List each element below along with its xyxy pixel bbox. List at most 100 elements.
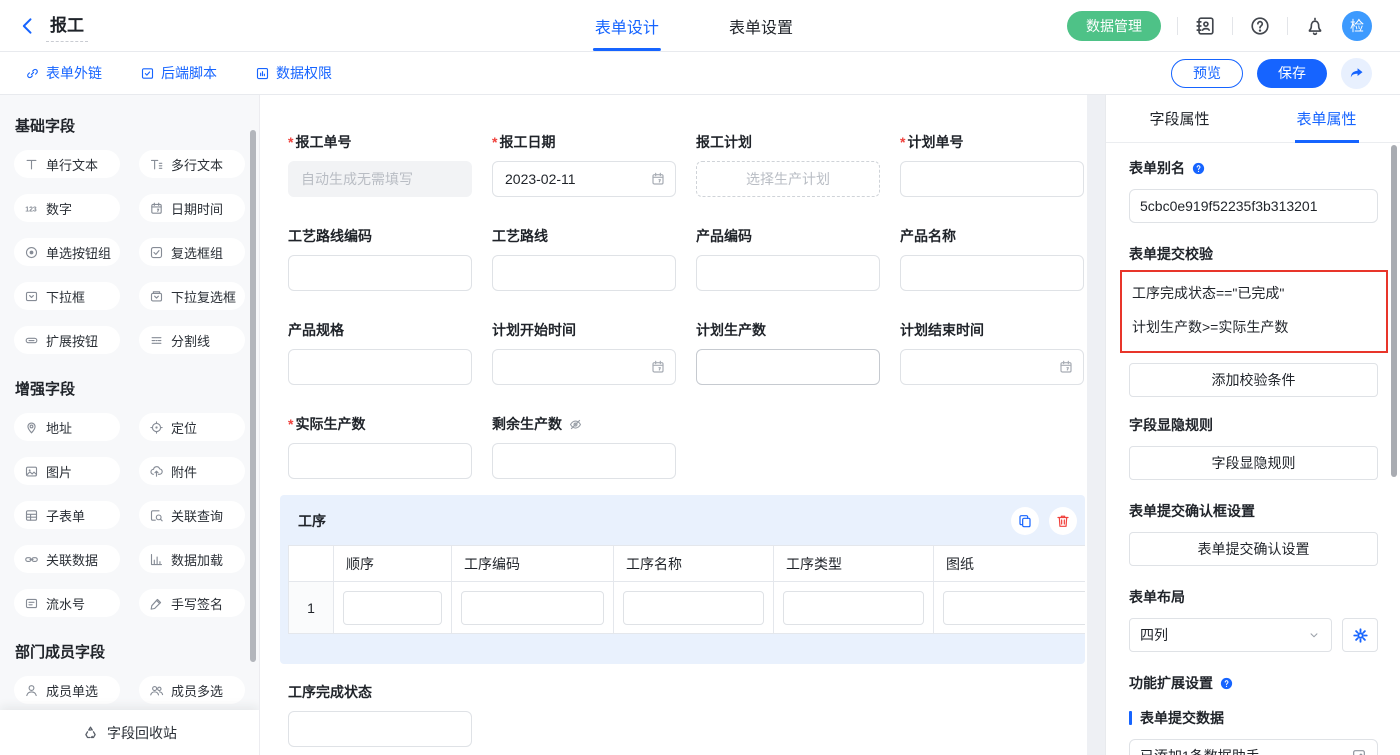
sidebar-item-subform[interactable]: 子表单 — [14, 501, 120, 529]
field-remaining-qty[interactable]: 剩余生产数 — [492, 414, 676, 479]
product-code-input[interactable] — [697, 256, 879, 290]
preview-button[interactable]: 预览 — [1171, 59, 1243, 88]
visibility-rules-button[interactable]: 字段显隐规则 — [1129, 446, 1378, 480]
report-date-input[interactable] — [493, 162, 675, 196]
sidebar-item-attachment[interactable]: 附件 — [139, 457, 245, 485]
sidebar-item-locate[interactable]: 定位 — [139, 413, 245, 441]
report-plan-picker[interactable]: 选择生产计划 — [696, 161, 880, 197]
sidebar-item-datetime[interactable]: 日期时间 — [139, 194, 245, 222]
sidebar-item-radio-group[interactable]: 单选按钮组 — [14, 238, 120, 266]
process-name-cell-input[interactable] — [623, 591, 764, 625]
field-actual-qty[interactable]: *实际生产数 — [288, 414, 472, 479]
help-circle-icon[interactable] — [1219, 676, 1234, 691]
help-circle-icon[interactable] — [1191, 161, 1206, 176]
field-plan-end-time[interactable]: 计划结束时间 — [900, 320, 1084, 385]
divider-line-icon — [149, 333, 164, 348]
drawing-cell-input[interactable] — [943, 591, 1085, 625]
plan-end-time-input[interactable] — [901, 350, 1083, 384]
field-route-code[interactable]: 工艺路线编码 — [288, 226, 472, 291]
product-name-input[interactable] — [901, 256, 1083, 290]
subform-icon — [24, 508, 39, 523]
confirm-title: 表单提交确认框设置 — [1129, 501, 1255, 521]
subform-process[interactable]: 工序 顺序 工序编码 工序名称 工序类型 — [280, 495, 1085, 664]
layout-select[interactable]: 四列 — [1129, 618, 1332, 652]
sidebar-item-address[interactable]: 地址 — [14, 413, 120, 441]
form-title[interactable]: 报工 — [46, 9, 88, 42]
process-code-cell-input[interactable] — [461, 591, 604, 625]
sidebar-item-number[interactable]: 123数字 — [14, 194, 120, 222]
sidebar-item-serial-number[interactable]: 流水号 — [14, 589, 120, 617]
add-validation-button[interactable]: 添加校验条件 — [1129, 363, 1378, 397]
backend-script-link[interactable]: 后端脚本 — [140, 63, 217, 83]
accent-bar — [1129, 711, 1132, 725]
field-plan-start-time[interactable]: 计划开始时间 — [492, 320, 676, 385]
data-assistant-box[interactable]: 已添加1条数据助手 — [1129, 739, 1378, 755]
data-manage-button[interactable]: 数据管理 — [1067, 11, 1161, 41]
sidebar-item-divider-line[interactable]: 分割线 — [139, 326, 245, 354]
edit-icon[interactable] — [1351, 748, 1367, 755]
process-status-input[interactable] — [289, 712, 471, 746]
field-report-date[interactable]: *报工日期 — [492, 132, 676, 197]
route-input[interactable] — [493, 256, 675, 290]
layout-settings-button[interactable] — [1342, 618, 1378, 652]
sidebar-item-related-query[interactable]: 关联查询 — [139, 501, 245, 529]
field-product-spec[interactable]: 产品规格 — [288, 320, 472, 385]
data-permission-link[interactable]: 数据权限 — [255, 63, 332, 83]
route-code-input[interactable] — [289, 256, 471, 290]
sidebar-item-image[interactable]: 图片 — [14, 457, 120, 485]
field-product-name[interactable]: 产品名称 — [900, 226, 1084, 291]
sidebar-item-related-data[interactable]: 关联数据 — [14, 545, 120, 573]
calendar-icon — [149, 201, 164, 216]
plan-no-input[interactable] — [901, 162, 1083, 196]
form-external-link[interactable]: 表单外链 — [25, 63, 102, 83]
subform-copy-button[interactable] — [1011, 507, 1039, 535]
product-spec-input[interactable] — [289, 350, 471, 384]
field-route[interactable]: 工艺路线 — [492, 226, 676, 291]
validation-rule[interactable]: 计划生产数>=实际生产数 — [1132, 310, 1386, 344]
avatar[interactable]: 检 — [1342, 11, 1372, 41]
tab-form-design[interactable]: 表单设计 — [593, 0, 661, 51]
field-product-code[interactable]: 产品编码 — [696, 226, 880, 291]
remaining-qty-input[interactable] — [493, 444, 675, 478]
notification-bell-icon[interactable] — [1304, 15, 1326, 37]
panel-scrollbar[interactable] — [1391, 145, 1397, 477]
field-report-no[interactable]: *报工单号 — [288, 132, 472, 197]
field-plan-no[interactable]: *计划单号 — [900, 132, 1084, 197]
sidebar-item-select[interactable]: 下拉框 — [14, 282, 120, 310]
sidebar-item-checkbox-group[interactable]: 复选框组 — [139, 238, 245, 266]
plan-qty-input[interactable] — [697, 350, 879, 384]
process-type-cell-input[interactable] — [783, 591, 924, 625]
sidebar-item-single-line-text[interactable]: 单行文本 — [14, 150, 120, 178]
section-title-enhanced-fields: 增强字段 — [15, 378, 245, 399]
tab-form-properties[interactable]: 表单属性 — [1253, 95, 1400, 142]
field-plan-qty[interactable]: 计划生产数 — [696, 320, 880, 385]
save-button[interactable]: 保存 — [1257, 59, 1327, 88]
form-canvas: *报工单号 *报工日期 报工计划 选择生产计划 *计划单号 工艺路线编码 — [260, 95, 1087, 755]
sidebar-item-extend-button[interactable]: 扩展按钮 — [14, 326, 120, 354]
order-cell-input[interactable] — [343, 591, 442, 625]
form-alias-input[interactable] — [1129, 189, 1378, 223]
sidebar-item-member-single[interactable]: 成员单选 — [14, 676, 120, 704]
sidebar-item-member-multi[interactable]: 成员多选 — [139, 676, 245, 704]
submit-confirm-button[interactable]: 表单提交确认设置 — [1129, 532, 1378, 566]
sidebar-item-signature[interactable]: 手写签名 — [139, 589, 245, 617]
report-no-input[interactable] — [289, 162, 471, 196]
subform-delete-button[interactable] — [1049, 507, 1077, 535]
field-report-plan[interactable]: 报工计划 选择生产计划 — [696, 132, 880, 197]
field-process-status[interactable]: 工序完成状态 — [288, 682, 472, 747]
sidebar-item-multi-select[interactable]: 下拉复选框 — [139, 282, 245, 310]
field-recycle-bin[interactable]: 字段回收站 — [0, 710, 259, 755]
validation-rule[interactable]: 工序完成状态=="已完成" — [1132, 276, 1386, 310]
plan-start-time-input[interactable] — [493, 350, 675, 384]
sidebar-item-data-load[interactable]: 数据加载 — [139, 545, 245, 573]
tab-form-settings[interactable]: 表单设置 — [727, 0, 795, 51]
tab-field-properties[interactable]: 字段属性 — [1106, 95, 1253, 142]
actual-qty-input[interactable] — [289, 444, 471, 478]
share-button[interactable] — [1341, 58, 1372, 89]
help-icon[interactable] — [1249, 15, 1271, 37]
row-index: 1 — [289, 582, 334, 634]
sidebar-item-multi-line-text[interactable]: 多行文本 — [139, 150, 245, 178]
back-button[interactable] — [18, 16, 38, 36]
sidebar-scrollbar[interactable] — [250, 130, 256, 662]
contacts-book-icon[interactable] — [1194, 15, 1216, 37]
